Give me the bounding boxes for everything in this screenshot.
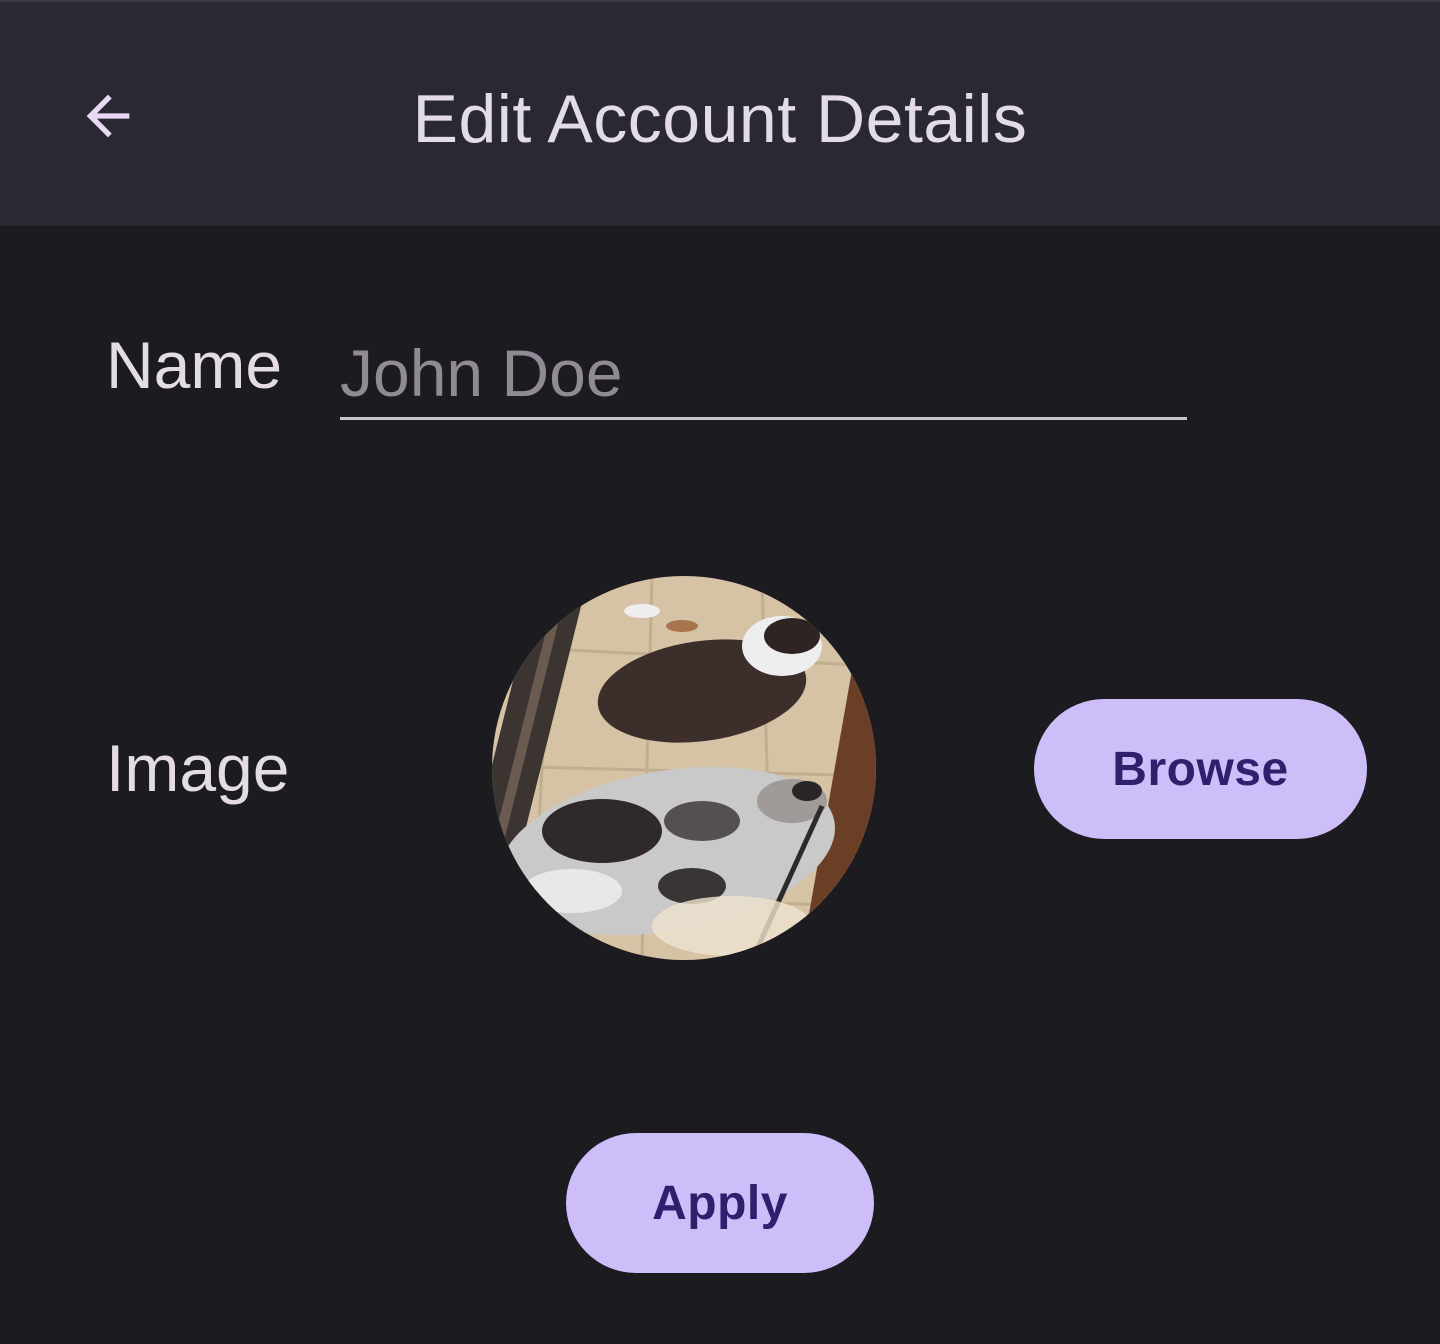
image-label: Image bbox=[106, 731, 290, 805]
app-bar: Edit Account Details bbox=[0, 0, 1440, 226]
page-title: Edit Account Details bbox=[412, 81, 1028, 157]
browse-button[interactable]: Browse bbox=[1034, 699, 1367, 839]
name-label: Name bbox=[106, 328, 283, 402]
profile-image bbox=[492, 576, 876, 960]
apply-button[interactable]: Apply bbox=[566, 1133, 874, 1273]
name-input[interactable] bbox=[340, 328, 1187, 420]
